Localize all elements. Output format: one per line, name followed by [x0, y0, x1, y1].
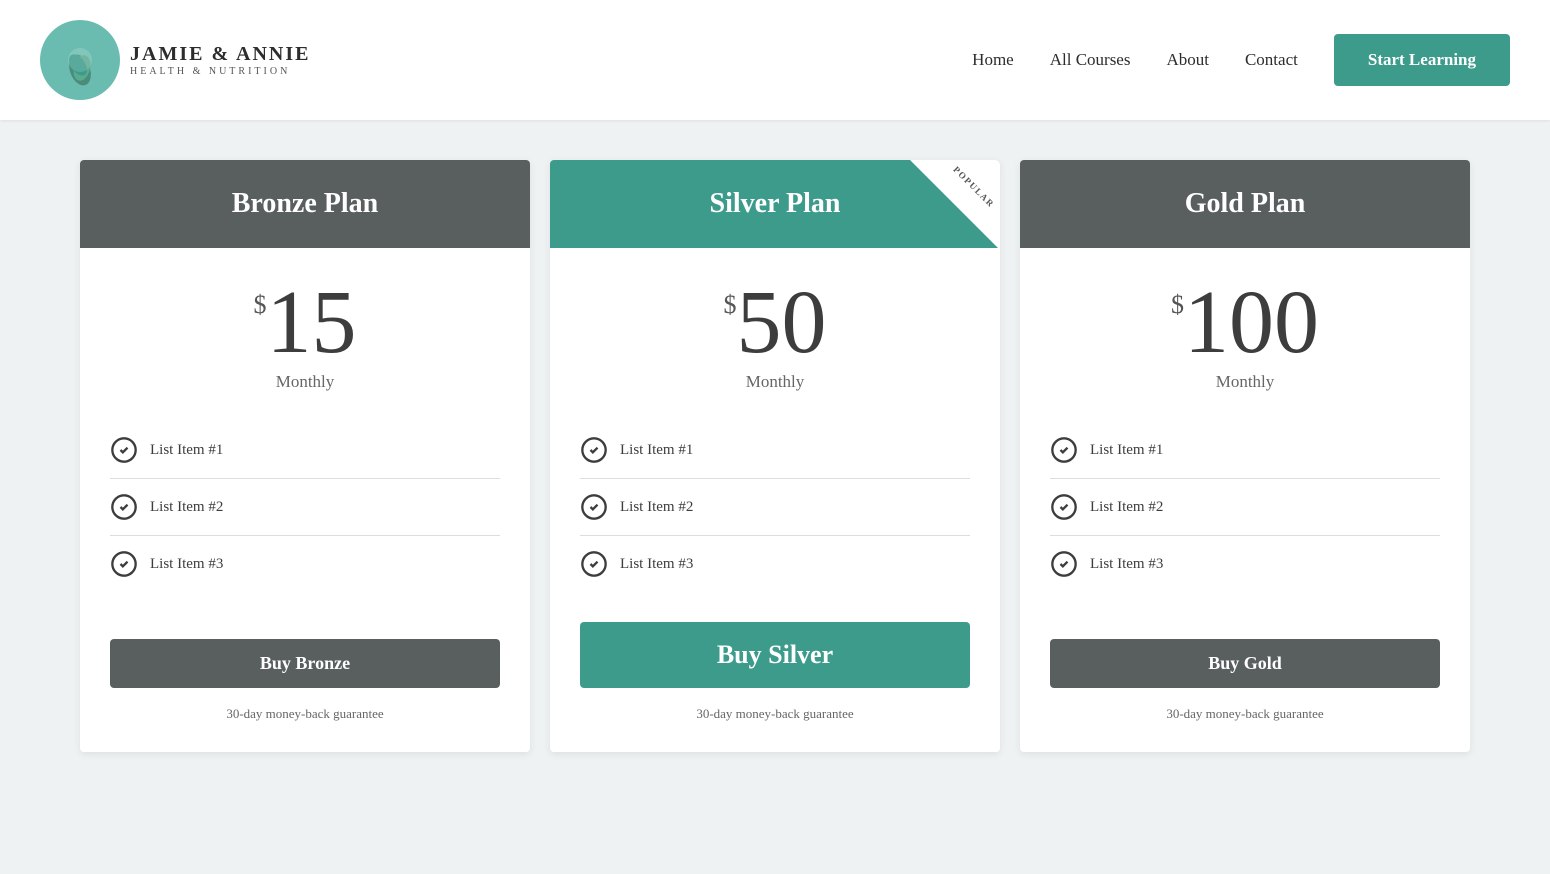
bronze-feature-3-text: List Item #3 — [150, 556, 223, 573]
gold-feature-1-text: List Item #1 — [1090, 442, 1163, 459]
check-icon — [580, 493, 608, 521]
popular-badge-text: POPULAR — [949, 162, 998, 211]
bronze-guarantee: 30-day money-back guarantee — [110, 706, 500, 722]
gold-feature-2-text: List Item #2 — [1090, 499, 1163, 516]
bronze-features-list: List Item #1 List Item #2 — [110, 422, 500, 609]
logo-circle — [40, 20, 120, 100]
check-icon — [110, 493, 138, 521]
header: JAMIE & ANNIE HEALTH & NUTRITION Home Al… — [0, 0, 1550, 120]
pricing-cards: Bronze Plan $ 15 Monthly — [80, 160, 1470, 752]
gold-price-period: Monthly — [1050, 372, 1440, 392]
buy-bronze-button[interactable]: Buy Bronze — [110, 639, 500, 688]
silver-price-area: $ 50 Monthly — [580, 278, 970, 392]
bronze-feature-1: List Item #1 — [110, 422, 500, 479]
bronze-feature-2: List Item #2 — [110, 479, 500, 536]
silver-price-dollar: $ — [724, 292, 737, 318]
nav-about[interactable]: About — [1166, 50, 1209, 70]
bronze-feature-3: List Item #3 — [110, 536, 500, 592]
popular-badge: POPULAR — [910, 160, 1000, 250]
silver-features-list: List Item #1 List Item #2 — [580, 422, 970, 592]
bronze-feature-1-text: List Item #1 — [150, 442, 223, 459]
main-nav: Home All Courses About Contact Start Lea… — [972, 34, 1510, 86]
gold-feature-3-text: List Item #3 — [1090, 556, 1163, 573]
logo-area: JAMIE & ANNIE HEALTH & NUTRITION — [40, 20, 310, 100]
bronze-plan-header: Bronze Plan — [80, 160, 530, 248]
silver-feature-1-text: List Item #1 — [620, 442, 693, 459]
logo-main-text: JAMIE & ANNIE — [130, 43, 310, 66]
logo-sub-text: HEALTH & NUTRITION — [130, 66, 310, 77]
bronze-price-area: $ 15 Monthly — [110, 278, 500, 392]
nav-contact[interactable]: Contact — [1245, 50, 1298, 70]
silver-feature-3-text: List Item #3 — [620, 556, 693, 573]
bronze-plan-body: $ 15 Monthly List Item #1 — [80, 248, 530, 752]
gold-price-dollar: $ — [1171, 292, 1184, 318]
gold-plan-card: Gold Plan $ 100 Monthly — [1020, 160, 1470, 752]
silver-plan-header: Silver Plan POPULAR — [550, 160, 1000, 248]
check-icon — [1050, 493, 1078, 521]
silver-feature-3: List Item #3 — [580, 536, 970, 592]
bronze-price-number: 15 — [267, 278, 357, 368]
buy-gold-button[interactable]: Buy Gold — [1050, 639, 1440, 688]
bronze-price-dollar: $ — [254, 292, 267, 318]
gold-plan-body: $ 100 Monthly List Item #1 — [1020, 248, 1470, 752]
gold-plan-title: Gold Plan — [1185, 188, 1306, 219]
silver-guarantee: 30-day money-back guarantee — [580, 706, 970, 722]
silver-price-display: $ 50 — [580, 278, 970, 368]
silver-plan-title: Silver Plan — [710, 188, 841, 219]
silver-price-period: Monthly — [580, 372, 970, 392]
check-icon — [580, 436, 608, 464]
gold-feature-2: List Item #2 — [1050, 479, 1440, 536]
bronze-plan-title: Bronze Plan — [232, 188, 378, 219]
check-icon — [110, 436, 138, 464]
silver-feature-2: List Item #2 — [580, 479, 970, 536]
main-content: Bronze Plan $ 15 Monthly — [0, 120, 1550, 812]
bronze-price-period: Monthly — [110, 372, 500, 392]
silver-price-number: 50 — [737, 278, 827, 368]
gold-guarantee: 30-day money-back guarantee — [1050, 706, 1440, 722]
check-icon — [1050, 550, 1078, 578]
logo-text: JAMIE & ANNIE HEALTH & NUTRITION — [130, 43, 310, 77]
gold-feature-3: List Item #3 — [1050, 536, 1440, 592]
bronze-feature-2-text: List Item #2 — [150, 499, 223, 516]
gold-price-number: 100 — [1184, 278, 1319, 368]
silver-plan-body: $ 50 Monthly List Item #1 — [550, 248, 1000, 752]
silver-feature-1: List Item #1 — [580, 422, 970, 479]
gold-plan-header: Gold Plan — [1020, 160, 1470, 248]
check-icon — [1050, 436, 1078, 464]
gold-price-display: $ 100 — [1050, 278, 1440, 368]
check-icon — [580, 550, 608, 578]
buy-silver-button[interactable]: Buy Silver — [580, 622, 970, 688]
gold-feature-1: List Item #1 — [1050, 422, 1440, 479]
silver-plan-card: Silver Plan POPULAR $ 50 Monthly — [550, 160, 1000, 752]
bronze-plan-card: Bronze Plan $ 15 Monthly — [80, 160, 530, 752]
nav-home[interactable]: Home — [972, 50, 1014, 70]
check-icon — [110, 550, 138, 578]
bronze-price-display: $ 15 — [110, 278, 500, 368]
start-learning-button[interactable]: Start Learning — [1334, 34, 1510, 86]
gold-features-list: List Item #1 List Item #2 — [1050, 422, 1440, 609]
nav-all-courses[interactable]: All Courses — [1050, 50, 1131, 70]
gold-price-area: $ 100 Monthly — [1050, 278, 1440, 392]
silver-feature-2-text: List Item #2 — [620, 499, 693, 516]
